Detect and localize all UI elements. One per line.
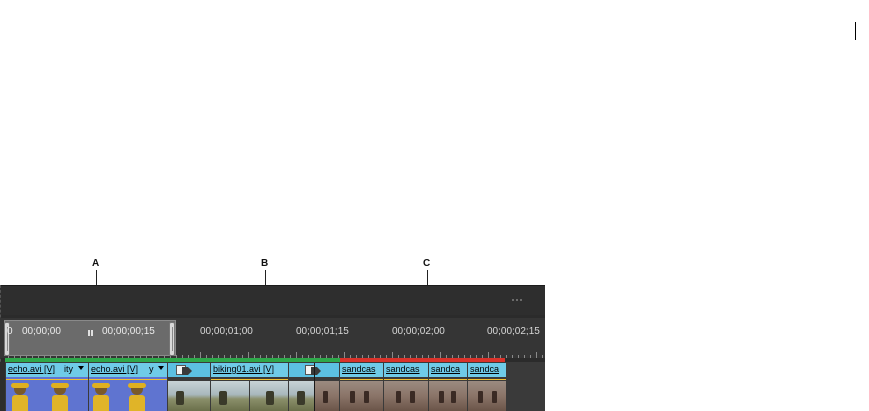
- ruler-tick: [530, 355, 531, 358]
- clip-label: echo.avi [V]: [91, 364, 139, 374]
- clip-menu-icon[interactable]: [78, 366, 84, 370]
- clip-echo-1[interactable]: echo.avi [V] ity: [6, 363, 88, 411]
- track-left-edge: [0, 362, 5, 411]
- volume-line[interactable]: [6, 379, 88, 380]
- clip-header[interactable]: sandca: [429, 363, 467, 377]
- clip-sandcastle-3[interactable]: sandca: [429, 363, 467, 411]
- timeline-toolbar-area: [0, 286, 545, 315]
- volume-line[interactable]: [429, 379, 467, 380]
- ruler-tick: [518, 355, 519, 358]
- thumbnail: [91, 383, 111, 411]
- clip-menu-icon[interactable]: [158, 366, 164, 370]
- marker-icon[interactable]: [88, 321, 94, 336]
- clip-label-extra: ity: [64, 364, 73, 374]
- ruler-tick: [542, 355, 543, 358]
- panel-grip-icon[interactable]: [512, 286, 528, 301]
- volume-line[interactable]: [89, 379, 167, 380]
- clip-sandcastle-4[interactable]: sandca: [468, 363, 506, 411]
- thumbnail: [250, 381, 288, 411]
- volume-line[interactable]: [340, 379, 383, 380]
- ruler-timecode: 00;00;01;00: [200, 326, 253, 337]
- ruler-timecode: 00;00;02;00: [392, 326, 445, 337]
- transition-icon[interactable]: [176, 364, 192, 376]
- volume-line[interactable]: [384, 379, 428, 380]
- thumbnail: [168, 381, 210, 411]
- work-area-end-timecode: 00;00;00;15: [102, 326, 155, 337]
- clip-header[interactable]: echo.avi [V] y: [89, 363, 167, 377]
- transition-1[interactable]: [168, 363, 210, 411]
- clip-label: sandca: [431, 364, 461, 374]
- clip-header[interactable]: sandcas: [384, 363, 428, 377]
- clip-label: sandcas: [342, 364, 376, 374]
- thumbnail: [10, 383, 30, 411]
- callout-a: A: [92, 258, 100, 269]
- ruler-tick: [506, 355, 507, 358]
- thumbnail: [127, 383, 147, 411]
- thumbnail: [289, 381, 314, 411]
- clip-label-extra: y: [149, 364, 154, 374]
- callout-c: C: [423, 258, 431, 269]
- ruler-timecode: 00;00;02;15: [487, 326, 540, 337]
- ruler-tick: [524, 355, 525, 358]
- thumbnail: [315, 381, 339, 411]
- clip-header[interactable]: sandcas: [340, 363, 383, 377]
- clip-label: sandcas: [386, 364, 420, 374]
- clip-label: biking01.avi [V]: [213, 364, 275, 374]
- thumbnail: [429, 381, 467, 411]
- work-area-end-handle[interactable]: [169, 322, 175, 356]
- clip-header[interactable]: biking01.avi [V]: [211, 363, 288, 377]
- clip-echo-2[interactable]: echo.avi [V] y: [89, 363, 167, 411]
- callout-b: B: [261, 258, 269, 269]
- ruler-tick: [512, 355, 513, 358]
- ruler-tick: [536, 352, 537, 358]
- clip-biking[interactable]: biking01.avi [V]: [211, 363, 288, 411]
- thumbnail: [468, 381, 506, 411]
- transition-icon[interactable]: [305, 364, 321, 376]
- clip-label: sandca: [470, 364, 500, 374]
- volume-line[interactable]: [468, 379, 506, 380]
- thumbnail: [340, 381, 383, 411]
- page-edge-mark: [855, 22, 856, 40]
- clip-label: echo.avi [V]: [8, 364, 56, 374]
- work-area-clipped-char: 0: [7, 326, 13, 337]
- volume-line[interactable]: [211, 379, 288, 380]
- work-area-start-timecode: 00;00;00: [22, 326, 61, 337]
- clip-header[interactable]: sandca: [468, 363, 506, 377]
- clip-sandcastle-1[interactable]: sandcas: [340, 363, 383, 411]
- playhead-line[interactable]: [314, 363, 315, 411]
- clip-header[interactable]: echo.avi [V] ity: [6, 363, 88, 377]
- thumbnail: [384, 381, 428, 411]
- panel-top-border: [0, 285, 545, 286]
- ruler-timecode: 00;00;01;15: [296, 326, 349, 337]
- clip-sandcastle-2[interactable]: sandcas: [384, 363, 428, 411]
- thumbnail: [211, 381, 249, 411]
- thumbnail: [50, 383, 70, 411]
